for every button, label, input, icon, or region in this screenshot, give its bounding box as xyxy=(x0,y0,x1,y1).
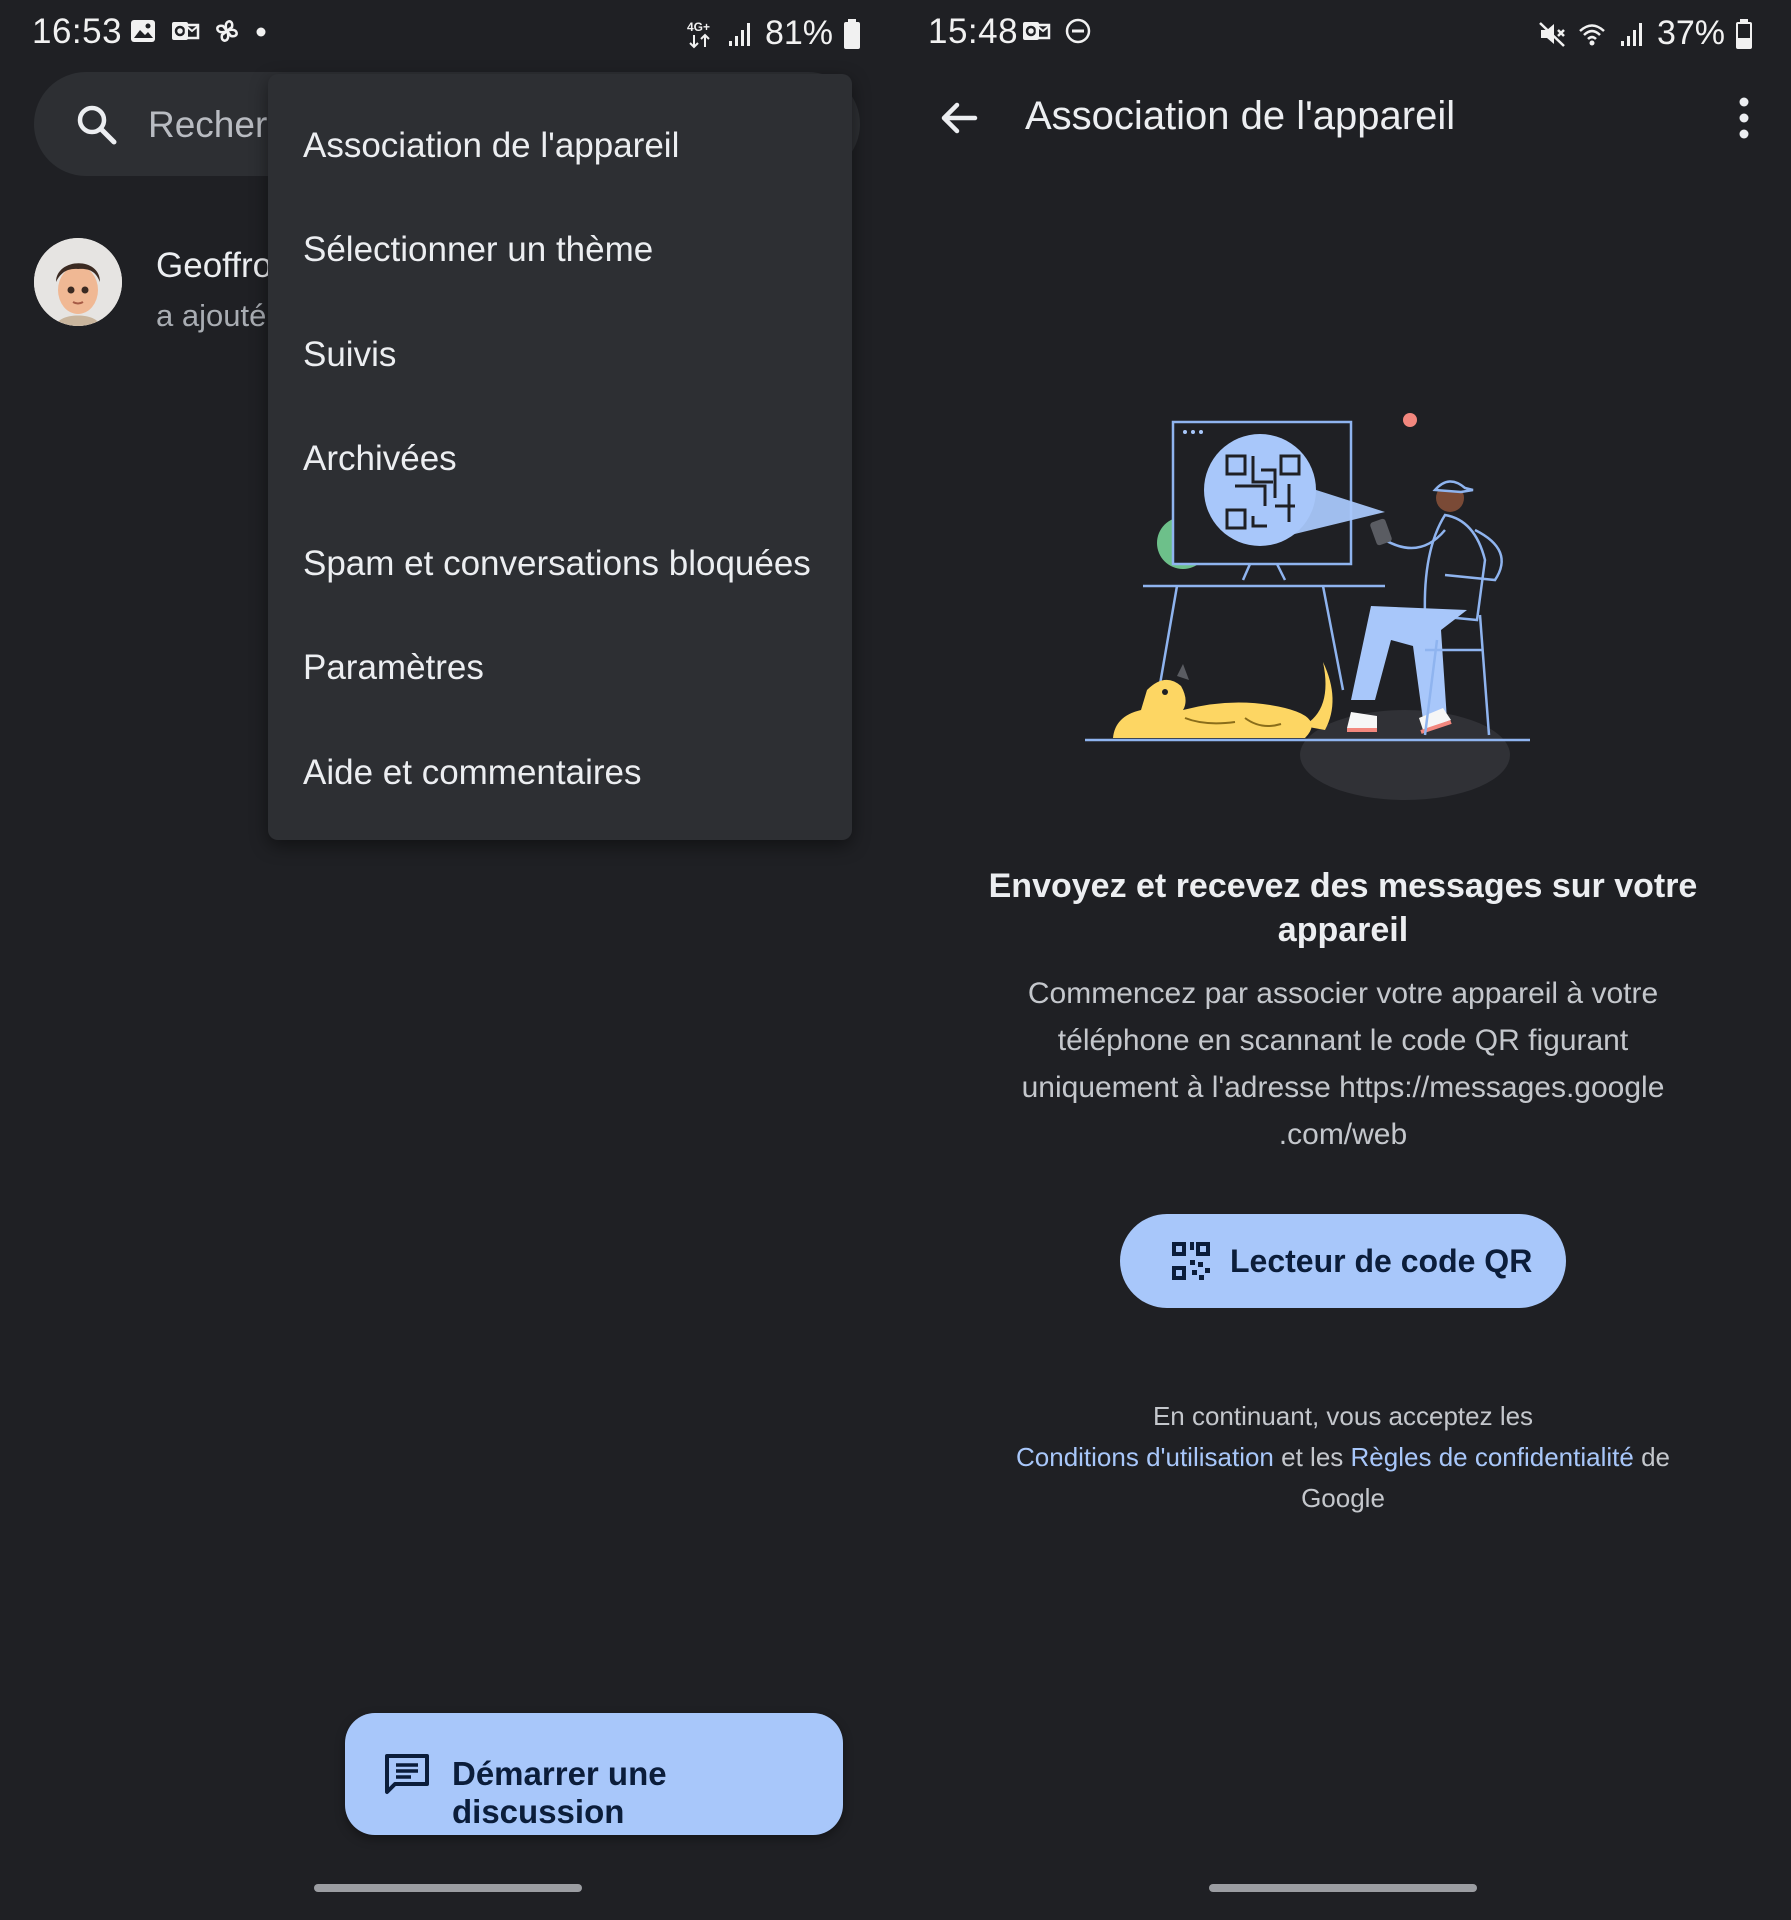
qr-code-scanner-button[interactable]: Lecteur de code QR xyxy=(1120,1214,1566,1308)
contact-name: Geoffro xyxy=(156,246,273,285)
signal-bars-icon xyxy=(728,22,750,46)
start-chat-label: Démarrer une discussion xyxy=(452,1755,667,1830)
page-title: Association de l'appareil xyxy=(1025,94,1456,138)
new-message-icon xyxy=(385,1754,429,1794)
start-chat-button[interactable]: Démarrer une discussion xyxy=(345,1713,843,1835)
svg-text:4G+: 4G+ xyxy=(687,20,710,34)
status-bar: 16:53 4G+ 81% xyxy=(0,0,895,68)
battery-icon xyxy=(844,18,860,49)
menu-item-starred[interactable]: Suivis xyxy=(268,303,852,407)
status-system-icons: 4G+ 81% xyxy=(685,14,861,53)
left-screen: 16:53 4G+ 81% Recherc Geoffro a ajouté A… xyxy=(0,0,895,1920)
status-bar: 15:48 37% xyxy=(895,0,1791,68)
gallery-icon xyxy=(131,20,155,42)
pairing-instructions: Commencez par associer votre appareil à … xyxy=(1021,977,1665,1151)
right-screen: 15:48 37% Association de l'appareil Envo… xyxy=(895,0,1791,1920)
menu-item-help-feedback[interactable]: Aide et commentaires xyxy=(268,721,852,825)
search-placeholder: Recherc xyxy=(148,104,286,145)
signal-4g-icon: 4G+ xyxy=(687,20,710,48)
message-preview: a ajouté xyxy=(156,298,267,333)
search-icon xyxy=(77,105,117,145)
privacy-policy-link[interactable]: Règles de confidentialité xyxy=(1351,1442,1634,1472)
signal-bars-icon xyxy=(1620,22,1642,46)
do-not-disturb-icon xyxy=(1065,18,1091,44)
menu-item-device-pairing[interactable]: Association de l'appareil xyxy=(268,94,852,198)
battery-icon xyxy=(1736,18,1752,49)
dot-icon xyxy=(256,27,266,37)
gesture-bar[interactable] xyxy=(314,1884,582,1892)
status-notification-icons xyxy=(128,16,268,46)
more-options-icon[interactable] xyxy=(1735,96,1753,140)
status-time: 15:48 xyxy=(928,12,1019,51)
legal-prefix: En continuant, vous acceptez les xyxy=(1152,1401,1534,1431)
terms-of-service-link[interactable]: Conditions d'utilisation xyxy=(1016,1442,1274,1472)
menu-item-select-theme[interactable]: Sélectionner un thème xyxy=(268,198,852,302)
pinwheel-icon xyxy=(216,20,238,42)
status-time: 16:53 xyxy=(32,12,123,51)
menu-item-spam-blocked[interactable]: Spam et conversations bloquées xyxy=(268,512,852,616)
gesture-bar[interactable] xyxy=(1209,1884,1477,1892)
status-system-icons: 37% xyxy=(1537,14,1753,53)
memoji-avatar-icon xyxy=(34,238,122,326)
menu-item-settings[interactable]: Paramètres xyxy=(268,616,852,720)
overflow-menu: Association de l'appareil Sélectionner u… xyxy=(268,74,852,840)
pairing-heading: Envoyez et recevez des messages sur votr… xyxy=(988,867,1698,949)
qr-code-scanner-label: Lecteur de code QR xyxy=(1230,1243,1533,1279)
outlook-icon xyxy=(1023,22,1051,40)
avatar xyxy=(34,238,122,326)
menu-item-archived[interactable]: Archivées xyxy=(268,407,852,511)
status-notification-icons xyxy=(1021,16,1093,46)
outlook-icon xyxy=(172,22,200,40)
legal-notice: En continuant, vous acceptez les Conditi… xyxy=(995,1396,1691,1519)
legal-middle: et les xyxy=(1281,1442,1344,1472)
qr-code-icon xyxy=(1172,1242,1210,1280)
battery-percent: 37% xyxy=(1656,14,1725,52)
device-pairing-illustration xyxy=(1085,413,1530,800)
wifi-icon xyxy=(1579,23,1605,45)
battery-percent: 81% xyxy=(764,14,833,52)
back-arrow-icon[interactable] xyxy=(935,94,983,142)
mute-icon xyxy=(1539,21,1565,47)
